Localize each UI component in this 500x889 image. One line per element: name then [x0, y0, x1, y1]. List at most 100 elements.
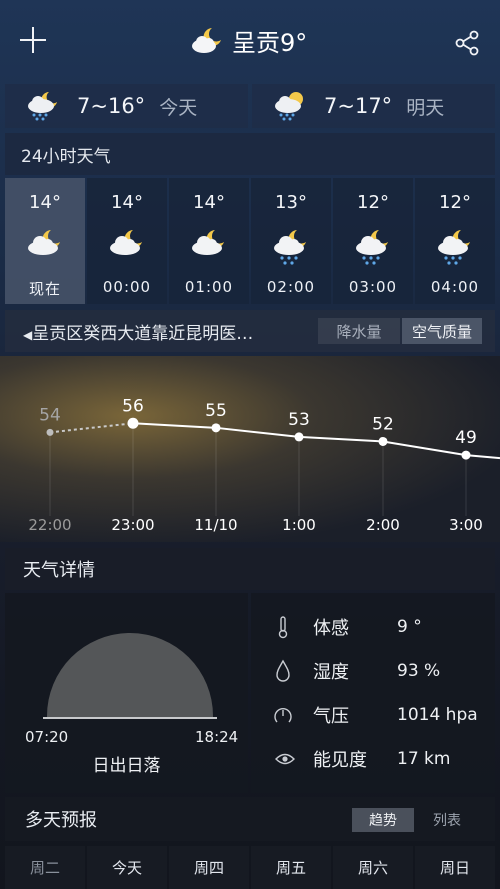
aqi-value-label: 53 [288, 410, 310, 430]
forecast-day[interactable]: 周日 [415, 846, 495, 889]
detail-row-visibility: 能见度 17 km [251, 739, 495, 779]
hour-cell[interactable]: 14° 现在 [5, 178, 85, 304]
detail-label: 气压 [313, 706, 349, 727]
forecast-day[interactable]: 周四 [169, 846, 249, 889]
hour-temp: 14° [111, 192, 143, 213]
sunrise-sunset-panel: 07:20 18:24 日出日落 [5, 593, 248, 793]
location-text[interactable]: ◀呈贡区癸西大道靠近昆明医… [23, 319, 253, 344]
moon-cloud-rain-icon [356, 230, 388, 265]
hour-label: 04:00 [430, 278, 480, 296]
hour-cell[interactable]: 14° 00:00 [87, 178, 167, 304]
aqi-line-past [49, 422, 134, 434]
location-label: 呈贡区癸西大道靠近昆明医… [32, 323, 254, 344]
detail-label: 能见度 [313, 750, 367, 771]
aqi-time-label: 11/10 [194, 516, 237, 534]
aqi-value-label: 54 [39, 405, 61, 425]
hour-label: 03:00 [348, 278, 398, 296]
gauge-icon [274, 708, 292, 723]
moon-cloud-rain-icon [438, 230, 470, 265]
hour-label: 02:00 [266, 278, 316, 296]
tab-air-quality[interactable]: 空气质量 [402, 318, 482, 344]
day-name: 今天 [159, 96, 198, 119]
hour-temp: 14° [29, 192, 61, 213]
hour-cell[interactable]: 12° 04:00 [415, 178, 495, 304]
moon-cloud-icon [110, 230, 142, 255]
tab-precipitation[interactable]: 降水量 [318, 318, 400, 344]
aqi-time-label: 3:00 [449, 516, 483, 534]
day-range: 7~17° [324, 94, 393, 118]
aqi-point [378, 436, 388, 446]
hour-label: 00:00 [102, 278, 152, 296]
aqi-point [127, 417, 139, 429]
detail-label: 湿度 [313, 662, 349, 683]
moon-cloud-icon [28, 230, 60, 255]
moon-cloud-rain-icon [274, 230, 306, 265]
detail-value: 9 ° [397, 617, 422, 637]
detail-row-feels-like: 体感 9 ° [251, 607, 495, 647]
hour-cell[interactable]: 13° 02:00 [251, 178, 331, 304]
thermometer-icon [278, 616, 288, 639]
drop-icon [276, 659, 290, 682]
hour-cell[interactable]: 12° 03:00 [333, 178, 413, 304]
eye-icon [275, 753, 295, 765]
page-title: 呈贡9° [232, 28, 308, 57]
sunrise-time: 07:20 [25, 728, 69, 746]
plus-icon[interactable] [18, 25, 48, 55]
hour-temp: 12° [439, 192, 471, 213]
day-tomorrow[interactable]: 7~17° 明天 [252, 84, 495, 128]
sun-cloud-rain-icon [275, 92, 303, 121]
aqi-line [132, 422, 500, 460]
aqi-time-label: 1:00 [282, 516, 316, 534]
tab-trend[interactable]: 趋势 [352, 808, 414, 832]
location-arrow-icon: ◀ [23, 327, 33, 342]
detail-label: 体感 [313, 618, 349, 639]
location-bar: ◀呈贡区癸西大道靠近昆明医… 降水量 空气质量 [5, 310, 495, 352]
aqi-value-label: 56 [122, 396, 144, 416]
hour-temp: 12° [357, 192, 389, 213]
aqi-value-label: 55 [205, 401, 227, 421]
hour-label: 现在 [28, 280, 61, 298]
share-icon[interactable] [452, 28, 482, 58]
hourly-forecast[interactable]: 14° 现在 14° 00:00 14° 01:00 13° 02:00 12° 03:00 12°… [5, 178, 495, 304]
detail-row-pressure: 气压 1014 hpa [251, 695, 495, 735]
hour-label: 01:00 [184, 278, 234, 296]
aqi-value-label: 52 [372, 414, 394, 434]
aqi-value-label: 49 [455, 428, 477, 448]
hour-temp: 13° [275, 192, 307, 213]
day-name: 明天 [406, 96, 445, 119]
detail-row-humidity: 湿度 93 % [251, 651, 495, 691]
aqi-time-label: 23:00 [111, 516, 154, 534]
hour-temp: 14° [193, 192, 225, 213]
aqi-chart: 54 22:00 56 23:00 55 11/10 53 1:00 52 2:00 49 3:00 [28, 396, 500, 534]
tab-list[interactable]: 列表 [416, 808, 478, 832]
detail-value: 17 km [397, 749, 451, 769]
forecast-day[interactable]: 周二 [5, 846, 85, 889]
sunset-time: 18:24 [195, 728, 239, 746]
weather-details-panel: 体感 9 ° 湿度 93 % 气压 1014 hpa 能见度 17 km [251, 593, 495, 793]
day-today[interactable]: 7~16° 今天 [5, 84, 248, 128]
header-title-group: 呈贡9° [190, 22, 307, 58]
moon-cloud-icon [192, 28, 221, 53]
top-bar: 呈贡9° [0, 0, 500, 84]
horizon-line [43, 717, 217, 719]
forecast-title: 多天预报 [25, 810, 97, 831]
aqi-time-label: 2:00 [366, 516, 400, 534]
hour-cell[interactable]: 14° 01:00 [169, 178, 249, 304]
details-title: 天气详情 [5, 548, 495, 590]
forecast-day[interactable]: 周五 [251, 846, 331, 889]
forecast-header: 多天预报 趋势 列表 [5, 797, 495, 841]
aqi-time-label: 22:00 [28, 516, 71, 534]
forecast-days: 周二 今天 周四 周五 周六 周日 [5, 846, 495, 889]
aqi-point [461, 450, 471, 460]
cloud-rain-moon-icon [28, 92, 57, 121]
aqi-point [46, 428, 54, 436]
sunrise-sunset-label: 日出日落 [92, 756, 161, 776]
sun-arc [47, 633, 213, 717]
detail-value: 93 % [397, 661, 441, 681]
day-range: 7~16° [77, 94, 146, 118]
forecast-day[interactable]: 今天 [87, 846, 167, 889]
forecast-day[interactable]: 周六 [333, 846, 413, 889]
moon-cloud-icon [192, 230, 224, 255]
hourly-title: 24小时天气 [5, 133, 495, 175]
aqi-point [211, 423, 221, 433]
